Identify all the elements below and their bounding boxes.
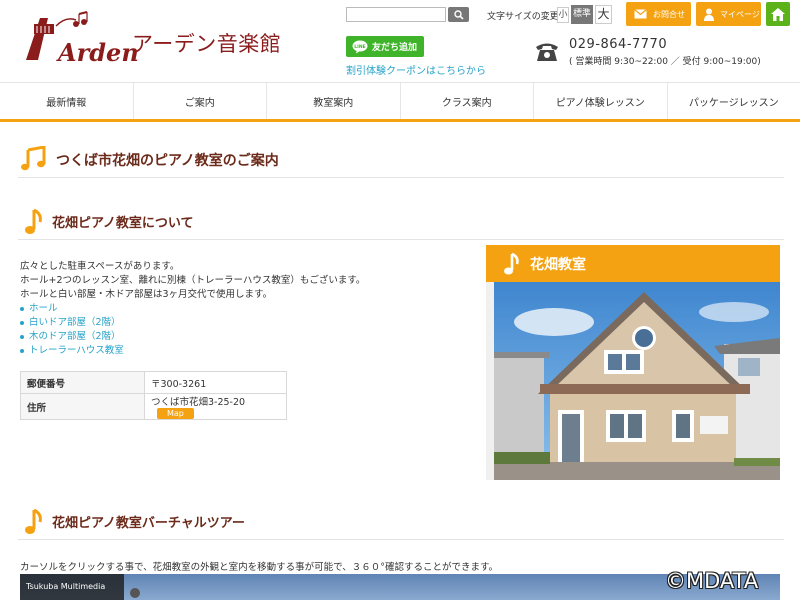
bullet-icon [20,321,24,325]
line-add-friend-button[interactable]: LINE 友だち追加 [346,36,424,57]
address-cell: つくば市花畑3-25-20Map [144,393,287,420]
table-row: 住所 つくば市花畑3-25-20Map [20,393,287,420]
nav-item-package-lesson[interactable]: パッケージレッスン [668,83,800,119]
room-link-list: ホール 白いドア部屋（2階） 木のドア部屋（2階） トレーラーハウス教室 [20,302,124,358]
postal-code-label: 郵便番号 [20,371,145,394]
bullet-icon [20,349,24,353]
side-panel-title: 花畑教室 [530,256,586,273]
user-icon [704,8,714,21]
virtual-tour-label: Tsukuba Multimedia [20,574,124,600]
address-value: つくば市花畑3-25-20 [151,397,246,408]
search-button[interactable] [448,7,469,22]
font-size-large-button[interactable]: 大 [595,5,612,24]
line-label: 友だち追加 [372,43,418,53]
room-link-label: トレーラーハウス教室 [29,345,124,356]
room-link-trailer-house[interactable]: トレーラーハウス教室 [20,344,124,358]
address-label: 住所 [20,393,145,420]
site-logo[interactable]: Arden [18,10,139,70]
double-note-icon [21,146,46,171]
site-title[interactable]: アーデン音楽館 [132,28,281,58]
svg-text:LINE: LINE [354,44,365,50]
bullet-icon [20,307,24,311]
section-virtual-tour-title: 花畑ピアノ教室バーチャルツアー [52,516,245,531]
logo-text: Arden [58,38,139,67]
contact-label: お問合せ [653,9,685,19]
side-panel-header: 花畑教室 [486,245,780,282]
classroom-photo-panel: 花畑教室 [486,245,780,480]
room-link-label: ホール [29,303,58,314]
classroom-description: 広々とした駐車スペースがあります。 ホール+2つのレッスン室、離れに別棟（トレー… [20,260,365,302]
viewer-control-icon[interactable] [130,588,140,598]
mypage-label: マイページ [720,9,760,19]
phone-number: 029-864-7770 [569,37,668,52]
page-title-bar: つくば市花畑のピアノ教室のご案内 [18,142,784,178]
description-line: 広々とした駐車スペースがあります。 [20,261,180,272]
description-line: ホールと白い部屋・木ドア部屋は3ヶ月交代で使用します。 [20,289,273,300]
nav-item-guide[interactable]: ご案内 [134,83,267,119]
page-title: つくば市花畑のピアノ教室のご案内 [56,153,279,169]
contact-button[interactable]: お問合せ [626,2,691,26]
note-icon [25,508,42,534]
font-size-standard-button[interactable]: 標準 [571,5,593,24]
main-nav: 最新情報 ご案内 教室案内 クラス案内 ピアノ体験レッスン パッケージレッスン [0,82,800,122]
search-input[interactable] [346,7,446,22]
watermark: ©MDATA [665,569,759,593]
room-link-label: 白いドア部屋（2階） [29,317,121,328]
phone-icon [536,43,558,61]
virtual-tour-description: カーソルをクリックする事で、花畑教室の外観と室内を移動する事が可能で、３６０°確… [20,562,499,573]
coupon-link[interactable]: 割引体験クーポンはこちらから [346,62,486,77]
map-button[interactable]: Map [157,408,194,419]
mail-icon [634,9,647,19]
note-icon [504,252,519,275]
room-link-label: 木のドア部屋（2階） [29,331,121,342]
section-about-header: 花畑ピアノ教室について [18,206,784,240]
nav-item-classrooms[interactable]: 教室案内 [267,83,401,119]
search-icon [453,9,464,20]
nav-item-trial-lesson[interactable]: ピアノ体験レッスン [534,83,668,119]
line-icon: LINE [352,40,368,53]
font-size-label: 文字サイズの変更 [487,12,559,22]
home-icon [771,7,785,21]
note-icon [25,208,42,234]
classroom-building-photo [494,282,780,480]
description-line: ホール+2つのレッスン室、離れに別棟（トレーラーハウス教室）もございます。 [20,275,366,286]
section-virtual-tour-header: 花畑ピアノ教室バーチャルツアー [18,506,784,540]
house-photo-image [494,282,780,480]
info-table: 郵便番号 〒300-3261 住所 つくば市花畑3-25-20Map [20,371,287,420]
business-hours: ( 営業時間 9:30~22:00 ／ 受付 9:00~19:00) [569,57,761,67]
table-row: 郵便番号 〒300-3261 [20,371,287,394]
postal-code-value: 〒300-3261 [144,371,287,394]
home-button[interactable] [766,2,790,26]
nav-item-classes[interactable]: クラス案内 [401,83,534,119]
mypage-button[interactable]: マイページ [696,2,761,26]
bullet-icon [20,335,24,339]
section-about-title: 花畑ピアノ教室について [52,216,194,231]
nav-item-news[interactable]: 最新情報 [0,83,134,119]
room-link-wood-door[interactable]: 木のドア部屋（2階） [20,330,124,344]
font-size-small-button[interactable]: 小 [557,7,569,23]
room-link-white-door[interactable]: 白いドア部屋（2階） [20,316,124,330]
header: Arden アーデン音楽館 文字サイズの変更 小 標準 大 お問合せ マイページ [0,0,800,82]
room-link-hall[interactable]: ホール [20,302,124,316]
